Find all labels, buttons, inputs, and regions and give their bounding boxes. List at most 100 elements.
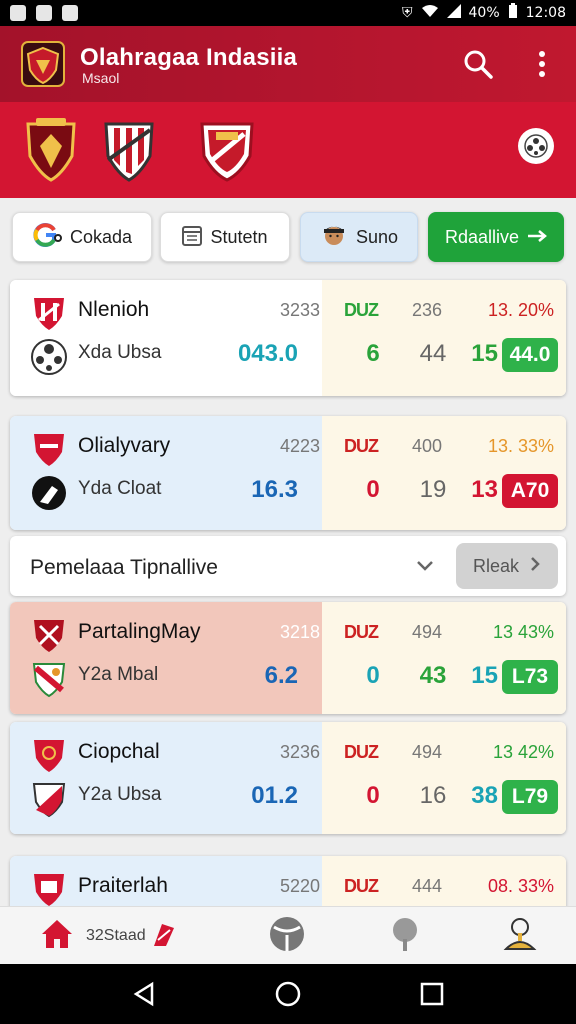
match-row-top: Praiterlah 5220 DUZ 444 08. 33% [10, 868, 566, 908]
system-navigation-bar [0, 964, 576, 1024]
match-tag: DUZ [344, 876, 379, 896]
team-score: 16.3 [251, 476, 298, 503]
nav-item-home[interactable]: 32Staad [40, 917, 178, 955]
recent-apps-icon[interactable] [418, 980, 446, 1013]
more-options-icon[interactable] [528, 48, 556, 80]
match-tag: DUZ [344, 300, 379, 320]
match-percentage: 08. 33% [487, 876, 554, 896]
soccer-ball-icon [30, 338, 68, 376]
team-name: Xda Ubsa [78, 342, 162, 363]
sports-ball-icon [268, 915, 306, 958]
odds-badge[interactable]: A70 [502, 474, 558, 508]
nav-item-sports[interactable] [268, 915, 306, 958]
battery-level: 40% [468, 5, 500, 21]
bottom-navigation: 32Staad [0, 906, 576, 964]
match-row-bottom: Y2a Ubsa 01.2 0 16 38 L79 [10, 778, 566, 818]
goal-stat-2: 43 [419, 662, 447, 689]
search-icon[interactable] [462, 48, 494, 80]
team-name: Ciopchal [78, 740, 160, 763]
team-name: Nlenioh [78, 298, 150, 321]
team-badge-icon [30, 660, 68, 698]
nav-item-stats[interactable] [386, 917, 424, 955]
filter-button-1[interactable]: Cokada [12, 212, 152, 262]
google-icon [32, 222, 62, 253]
filter-label-3: Suno [355, 226, 399, 247]
odds-badge[interactable]: 44.0 [502, 338, 558, 372]
match-row-top: Nlenioh 3233 DUZ 236 13. 20% [10, 292, 566, 332]
match-tag: DUZ [344, 622, 379, 642]
nav-item-label: 32Staad [86, 927, 146, 944]
match-card-4[interactable]: Ciopchal 3236 DUZ 494 13 42% Y2a Ubsa 01… [10, 722, 566, 834]
team-shield-icon [30, 870, 68, 908]
nav-item-profile[interactable] [502, 917, 538, 955]
live-banner: Pemelaaa Tipnallive Rleak [10, 536, 566, 596]
app-bar: Olahragaa Indasiia Msaol [0, 26, 576, 102]
team-badge-icon [30, 780, 68, 818]
live-filter-button[interactable]: Rdaallive [428, 212, 564, 262]
team-crest-2[interactable] [100, 116, 158, 184]
match-row-top: Ciopchal 3236 DUZ 494 13 42% [10, 734, 566, 774]
app-title: Olahragaa Indasiia [80, 44, 298, 71]
match-card-1[interactable]: Nlenioh 3233 DUZ 236 13. 20% Xda Ubsa 04… [10, 280, 566, 396]
chevron-down-icon[interactable] [414, 556, 436, 581]
filter-button-2[interactable]: Stutetn [160, 212, 290, 262]
team-shield-icon [30, 616, 68, 654]
match-tag: DUZ [344, 742, 379, 762]
goal-stat-3: 13 [471, 476, 498, 503]
match-percentage: 13 43% [492, 622, 554, 642]
filter-label-2: Stutetn [210, 226, 268, 247]
shield-icon: ⛨ [402, 5, 413, 21]
team-name: Olialyvary [78, 434, 171, 457]
trophy-user-icon [502, 915, 538, 958]
calendar-icon [182, 224, 203, 251]
team-score: 6.2 [264, 662, 298, 689]
match-count: 494 [411, 622, 443, 642]
filter-button-3[interactable]: Suno [300, 212, 418, 262]
goal-stat-2: 19 [419, 476, 447, 503]
goal-stat-1: 0 [366, 662, 380, 689]
tree-icon [386, 915, 424, 958]
soccer-ball-icon[interactable] [518, 128, 554, 164]
match-row-top: Olialyvary 4223 DUZ 400 13. 33% [10, 428, 566, 468]
team-name: PartalingMay [78, 620, 201, 643]
app-logo [20, 40, 66, 88]
banner-button-label: Rleak [472, 555, 520, 576]
banner-button[interactable]: Rleak [456, 543, 558, 589]
back-icon[interactable] [130, 980, 158, 1013]
match-code: 5220 [279, 876, 320, 896]
battery-icon [508, 3, 518, 23]
match-row-bottom: Xda Ubsa 043.0 6 44 15 44.0 [10, 336, 566, 376]
goal-stat-3: 38 [471, 782, 498, 809]
flag-icon [150, 920, 178, 953]
match-card-2[interactable]: Olialyvary 4223 DUZ 400 13. 33% Yda Cloa… [10, 416, 566, 530]
goal-stat-1: 0 [366, 782, 380, 809]
match-count: 494 [411, 742, 443, 762]
goal-stat-2: 44 [419, 340, 447, 367]
team-score: 01.2 [251, 782, 298, 809]
match-percentage: 13 42% [492, 742, 554, 762]
status-bar: ⛨ 40% 12:08 [0, 0, 576, 26]
team-score: 043.0 [237, 340, 298, 367]
goal-stat-2: 16 [419, 782, 447, 809]
filter-label-4: Rdaallive [444, 226, 520, 247]
match-count: 444 [411, 876, 443, 896]
avatar [320, 221, 348, 254]
team-shield-icon [30, 736, 68, 774]
signal-icon [446, 4, 461, 22]
goal-stat-3: 15 [471, 340, 498, 367]
arrow-right-icon [527, 227, 547, 248]
match-tag: DUZ [344, 436, 379, 456]
match-code: 3236 [279, 742, 320, 762]
goal-stat-1: 0 [366, 476, 380, 503]
match-count: 400 [411, 436, 443, 456]
home-icon [40, 918, 74, 955]
odds-badge[interactable]: L73 [502, 660, 558, 694]
team-crest-3[interactable] [198, 116, 256, 184]
match-card-3[interactable]: PartalingMay 3218 DUZ 494 13 43% Y2a Mba… [10, 602, 566, 714]
photo-notification-icon [10, 5, 26, 21]
match-count: 236 [411, 300, 443, 320]
team-crest-1[interactable] [22, 116, 80, 184]
odds-badge[interactable]: L79 [502, 780, 558, 814]
image-notification-icon [36, 5, 52, 21]
home-button-icon[interactable] [274, 980, 302, 1013]
